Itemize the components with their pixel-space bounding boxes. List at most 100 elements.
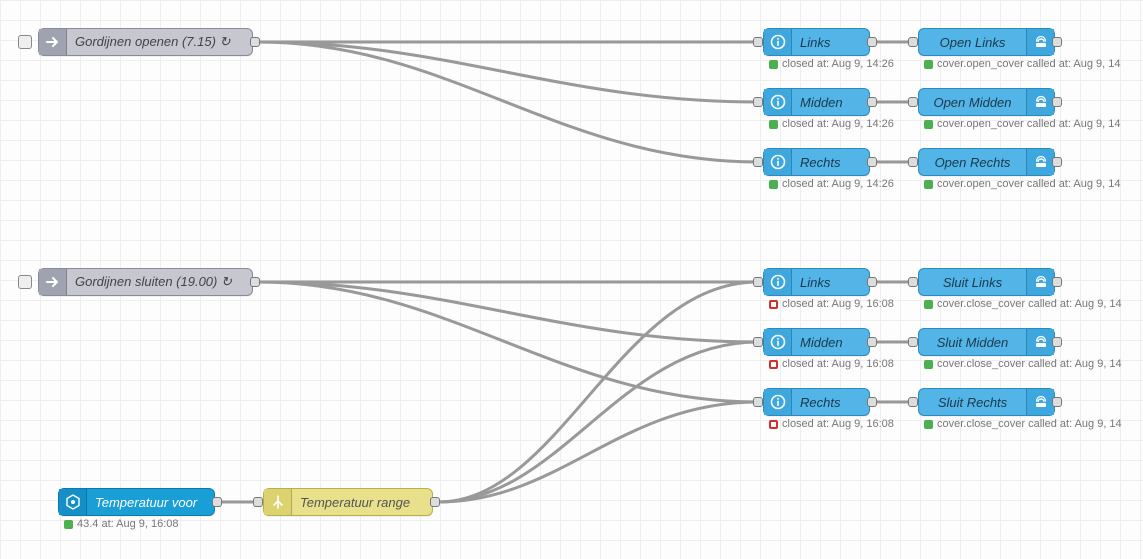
action-open-rechts-node[interactable]: Open Rechts [918, 148, 1055, 176]
node-label: Midden [792, 95, 869, 110]
state-open-links-node[interactable]: Links [763, 28, 870, 56]
node-label: Rechts [792, 395, 869, 410]
inject-open-node[interactable]: Gordijnen openen (7.15) ↻ [38, 28, 253, 56]
output-port[interactable] [1052, 337, 1062, 347]
status-dot-icon [924, 360, 933, 369]
input-port[interactable] [908, 397, 918, 407]
output-port[interactable] [1052, 97, 1062, 107]
status-dot-icon [769, 60, 778, 69]
status-text: cover.close_cover called at: Aug 9, 14 [924, 358, 1122, 370]
state-close-links-node[interactable]: Links [763, 268, 870, 296]
node-label: Midden [792, 335, 869, 350]
inject-close-trigger-button[interactable] [18, 275, 32, 289]
output-port[interactable] [867, 97, 877, 107]
output-port[interactable] [1052, 397, 1062, 407]
antenna-icon [1026, 149, 1054, 175]
status-dot-icon [769, 420, 778, 429]
input-port[interactable] [753, 397, 763, 407]
output-port[interactable] [867, 37, 877, 47]
inject-close-label: Gordijnen sluiten (19.00) ↻ [67, 274, 252, 290]
state-close-midden-node[interactable]: Midden [763, 328, 870, 356]
status-text: closed at: Aug 9, 16:08 [769, 418, 894, 430]
info-icon [764, 389, 792, 415]
status-text: cover.open_cover called at: Aug 9, 14 [924, 178, 1120, 190]
action-open-midden-node[interactable]: Open Midden [918, 88, 1055, 116]
status-dot-icon [924, 180, 933, 189]
node-label: Rechts [792, 155, 869, 170]
action-close-links-node[interactable]: Sluit Links [918, 268, 1055, 296]
state-close-rechts-node[interactable]: Rechts [763, 388, 870, 416]
node-label: Open Links [919, 35, 1026, 50]
node-label: Temperatuur voor [87, 495, 214, 510]
inject-open-trigger-button[interactable] [18, 35, 32, 49]
status-dot-icon [769, 120, 778, 129]
output-port[interactable] [867, 157, 877, 167]
state-open-rechts-node[interactable]: Rechts [763, 148, 870, 176]
node-label: Sluit Midden [919, 335, 1026, 350]
input-port[interactable] [908, 37, 918, 47]
output-port[interactable] [867, 397, 877, 407]
status-text: cover.open_cover called at: Aug 9, 14 [924, 58, 1120, 70]
output-port[interactable] [250, 37, 260, 47]
info-icon [764, 149, 792, 175]
antenna-icon [1026, 89, 1054, 115]
status-dot-icon [769, 300, 778, 309]
node-label: Open Rechts [919, 155, 1026, 170]
status-text: closed at: Aug 9, 14:26 [769, 58, 894, 70]
status-dot-icon [924, 420, 933, 429]
action-close-rechts-node[interactable]: Sluit Rechts [918, 388, 1055, 416]
output-port[interactable] [430, 497, 440, 507]
output-port[interactable] [867, 337, 877, 347]
input-port[interactable] [753, 157, 763, 167]
switch-icon [264, 489, 292, 515]
node-label: Temperatuur range [292, 495, 432, 510]
input-port[interactable] [908, 157, 918, 167]
hexagon-icon [59, 489, 87, 515]
status-dot-icon [769, 360, 778, 369]
node-label: Open Midden [919, 95, 1026, 110]
arrow-right-icon [39, 269, 67, 295]
antenna-icon [1026, 329, 1054, 355]
output-port[interactable] [1052, 157, 1062, 167]
status-text: closed at: Aug 9, 16:08 [769, 298, 894, 310]
node-label: Sluit Links [919, 275, 1026, 290]
output-port[interactable] [867, 277, 877, 287]
temp-sensor-node[interactable]: Temperatuur voor [58, 488, 215, 516]
input-port[interactable] [908, 337, 918, 347]
input-port[interactable] [753, 97, 763, 107]
input-port[interactable] [753, 277, 763, 287]
status-text: 43.4 at: Aug 9, 16:08 [64, 518, 179, 530]
status-dot-icon [924, 300, 933, 309]
status-text: closed at: Aug 9, 16:08 [769, 358, 894, 370]
status-text: cover.open_cover called at: Aug 9, 14 [924, 118, 1120, 130]
info-icon [764, 29, 792, 55]
input-port[interactable] [908, 97, 918, 107]
status-dot-icon [924, 60, 933, 69]
node-label: Links [792, 35, 869, 50]
input-port[interactable] [908, 277, 918, 287]
antenna-icon [1026, 269, 1054, 295]
output-port[interactable] [1052, 37, 1062, 47]
temp-range-node[interactable]: Temperatuur range [263, 488, 433, 516]
status-text: cover.close_cover called at: Aug 9, 14 [924, 298, 1122, 310]
output-port[interactable] [212, 497, 222, 507]
state-open-midden-node[interactable]: Midden [763, 88, 870, 116]
info-icon [764, 329, 792, 355]
node-label: Links [792, 275, 869, 290]
input-port[interactable] [753, 37, 763, 47]
input-port[interactable] [753, 337, 763, 347]
status-text: cover.close_cover called at: Aug 9, 14 [924, 418, 1122, 430]
output-port[interactable] [250, 277, 260, 287]
inject-close-node[interactable]: Gordijnen sluiten (19.00) ↻ [38, 268, 253, 296]
antenna-icon [1026, 29, 1054, 55]
output-port[interactable] [1052, 277, 1062, 287]
status-dot-icon [924, 120, 933, 129]
node-label: Sluit Rechts [919, 395, 1026, 410]
status-text: closed at: Aug 9, 14:26 [769, 178, 894, 190]
inject-open-label: Gordijnen openen (7.15) ↻ [67, 34, 252, 50]
info-icon [764, 89, 792, 115]
input-port[interactable] [253, 497, 263, 507]
action-open-links-node[interactable]: Open Links [918, 28, 1055, 56]
action-close-midden-node[interactable]: Sluit Midden [918, 328, 1055, 356]
antenna-icon [1026, 389, 1054, 415]
